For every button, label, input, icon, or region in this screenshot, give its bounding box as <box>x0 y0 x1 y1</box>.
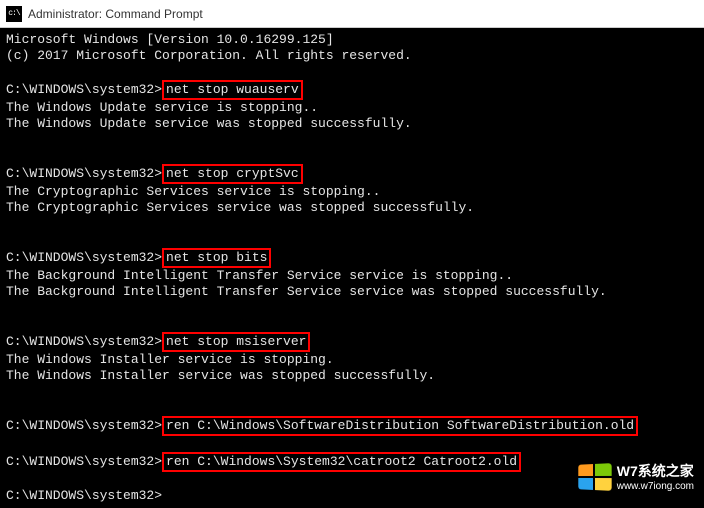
windows-flag-icon <box>578 463 611 491</box>
prompt: C:\WINDOWS\system32> <box>6 334 162 349</box>
blank-line <box>6 300 698 316</box>
prompt: C:\WINDOWS\system32> <box>6 250 162 265</box>
prompt: C:\WINDOWS\system32> <box>6 488 162 503</box>
watermark-text: W7系统之家 <box>617 461 694 481</box>
blank-line <box>6 384 698 400</box>
output-line: The Windows Installer service was stoppe… <box>6 368 698 384</box>
version-line: Microsoft Windows [Version 10.0.16299.12… <box>6 32 698 48</box>
copyright-line: (c) 2017 Microsoft Corporation. All righ… <box>6 48 698 64</box>
cmd-icon-glyph: c:\ <box>8 9 19 18</box>
blank-line <box>6 148 698 164</box>
prompt: C:\WINDOWS\system32> <box>6 418 162 433</box>
output-line: The Background Intelligent Transfer Serv… <box>6 284 698 300</box>
window-titlebar[interactable]: c:\ Administrator: Command Prompt <box>0 0 704 28</box>
terminal-viewport[interactable]: Microsoft Windows [Version 10.0.16299.12… <box>0 28 704 508</box>
command-highlight: net stop bits <box>162 248 271 268</box>
blank-line <box>6 400 698 416</box>
prompt: C:\WINDOWS\system32> <box>6 454 162 469</box>
command-highlight: ren C:\Windows\System32\catroot2 Catroot… <box>162 452 521 472</box>
command-highlight: ren C:\Windows\SoftwareDistribution Soft… <box>162 416 638 436</box>
output-line: The Cryptographic Services service was s… <box>6 200 698 216</box>
blank-line <box>6 316 698 332</box>
command-highlight: net stop msiserver <box>162 332 310 352</box>
output-line: The Background Intelligent Transfer Serv… <box>6 268 698 284</box>
blank-line <box>6 64 698 80</box>
command-line-1: C:\WINDOWS\system32>net stop cryptSvc <box>6 164 698 184</box>
prompt: C:\WINDOWS\system32> <box>6 82 162 97</box>
prompt: C:\WINDOWS\system32> <box>6 166 162 181</box>
watermark-sub: www.w7iong.com <box>617 481 694 492</box>
output-line: The Cryptographic Services service is st… <box>6 184 698 200</box>
blank-line <box>6 436 698 452</box>
command-line-2: C:\WINDOWS\system32>net stop bits <box>6 248 698 268</box>
cmd-icon: c:\ <box>6 6 22 22</box>
blank-line <box>6 232 698 248</box>
command-line-4: C:\WINDOWS\system32>ren C:\Windows\Softw… <box>6 416 698 436</box>
blank-line <box>6 216 698 232</box>
watermark: W7系统之家 www.w7iong.com <box>577 461 694 492</box>
output-line: The Windows Update service was stopped s… <box>6 116 698 132</box>
command-highlight: net stop wuauserv <box>162 80 303 100</box>
output-line: The Windows Installer service is stoppin… <box>6 352 698 368</box>
command-line-0: C:\WINDOWS\system32>net stop wuauserv <box>6 80 698 100</box>
blank-line <box>6 132 698 148</box>
window-title: Administrator: Command Prompt <box>28 7 203 21</box>
command-line-3: C:\WINDOWS\system32>net stop msiserver <box>6 332 698 352</box>
command-highlight: net stop cryptSvc <box>162 164 303 184</box>
output-line: The Windows Update service is stopping.. <box>6 100 698 116</box>
